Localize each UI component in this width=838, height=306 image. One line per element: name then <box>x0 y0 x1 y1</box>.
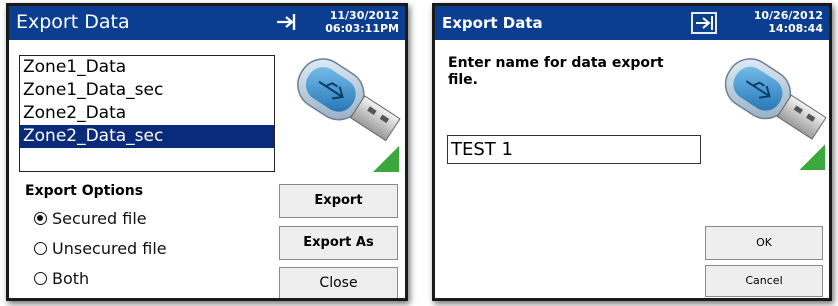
date-label: 10/26/2012 <box>753 9 823 22</box>
export-name-screen: Export Data 10/26/2012 14:08:44 Enter na… <box>432 3 832 301</box>
time-label: 06:03:11PM <box>325 22 399 35</box>
radio-secured-file[interactable]: Secured file <box>34 209 147 231</box>
datetime: 10/26/2012 14:08:44 <box>754 9 823 35</box>
time-label: 14:08:44 <box>768 22 823 35</box>
usb-symbol-icon <box>277 14 296 30</box>
title-bar: Export Data 10/26/2012 14:08:44 <box>435 6 829 40</box>
radio-unselected-icon <box>34 272 47 285</box>
close-button[interactable]: Close <box>279 267 398 298</box>
radio-both[interactable]: Both <box>34 269 89 291</box>
title-bar: Export Data 11/30/2012 06:03:11PM <box>9 6 405 40</box>
ok-button[interactable]: OK <box>705 226 823 260</box>
cancel-button[interactable]: Cancel <box>705 265 823 297</box>
radio-label: Unsecured file <box>52 239 167 258</box>
export-as-button[interactable]: Export As <box>279 226 398 260</box>
radio-label: Secured file <box>52 209 147 228</box>
list-item[interactable]: Zone2_Data <box>20 102 274 125</box>
datetime: 11/30/2012 06:03:11PM <box>325 9 399 35</box>
usb-drive-icon <box>724 58 827 170</box>
radio-unsecured-file[interactable]: Unsecured file <box>34 239 167 261</box>
export-options-label: Export Options <box>25 183 144 199</box>
window-title: Export Data <box>16 11 130 33</box>
usb-drive-icon <box>297 58 401 172</box>
filename-input[interactable]: TEST 1 <box>447 135 701 164</box>
window-title: Export Data <box>442 14 543 32</box>
file-list[interactable]: Zone1_Data Zone1_Data_sec Zone2_Data Zon… <box>19 55 275 172</box>
date-label: 11/30/2012 <box>329 9 399 22</box>
usb-connected-icon <box>691 12 717 34</box>
export-button[interactable]: Export <box>279 184 398 218</box>
radio-selected-icon <box>34 212 47 225</box>
radio-label: Both <box>52 269 90 288</box>
list-item[interactable]: Zone1_Data <box>20 56 274 79</box>
radio-unselected-icon <box>34 242 47 255</box>
prompt-text: Enter name for data export file. <box>448 55 664 88</box>
list-item-selected[interactable]: Zone2_Data_sec <box>20 125 274 148</box>
list-item[interactable]: Zone1_Data_sec <box>20 79 274 102</box>
export-data-screen: Export Data 11/30/2012 06:03:11PM Zone1_… <box>6 3 408 301</box>
